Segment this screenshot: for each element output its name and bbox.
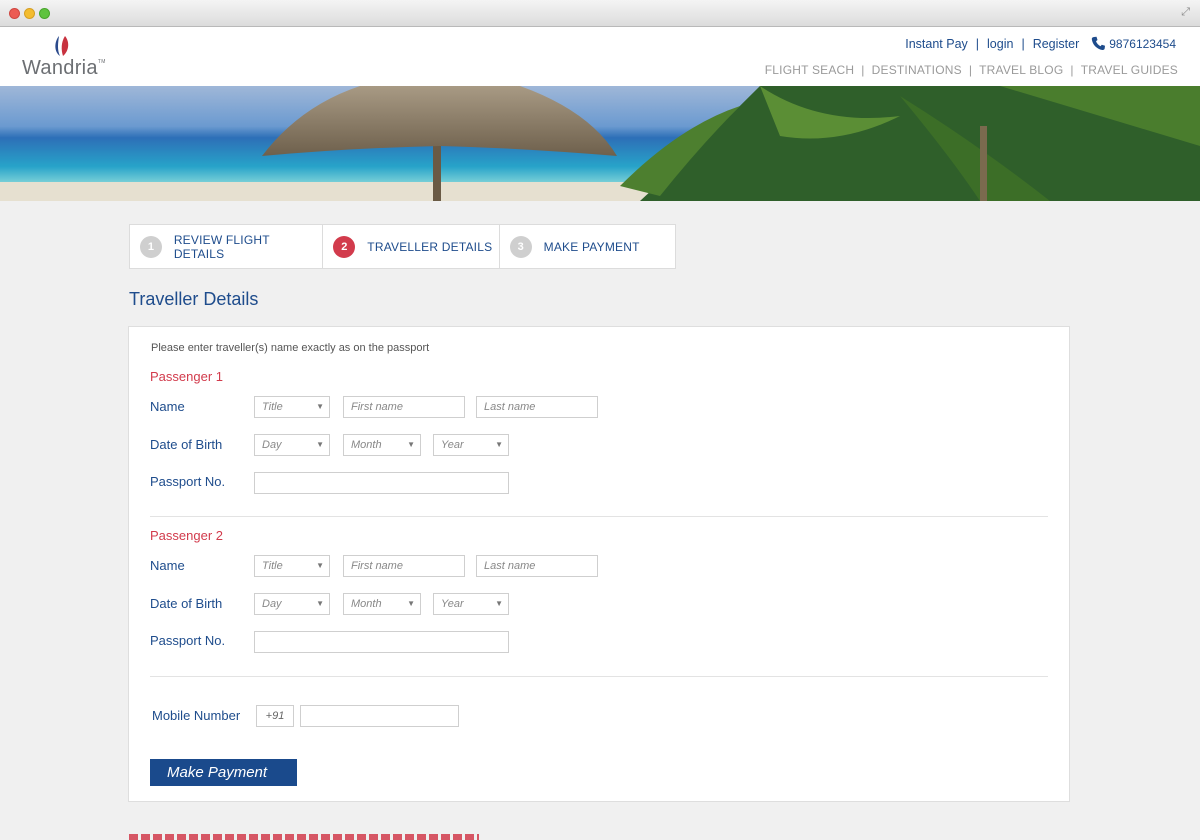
dropdown-arrow-icon: ▼ bbox=[316, 561, 324, 570]
select-placeholder: Day bbox=[262, 598, 282, 610]
phone-number: 9876123454 bbox=[1109, 36, 1176, 51]
input-placeholder: First name bbox=[351, 401, 403, 413]
input-placeholder: Last name bbox=[484, 401, 536, 413]
instant-pay-link[interactable]: Instant Pay bbox=[905, 37, 968, 51]
input-placeholder: Last name bbox=[484, 560, 536, 572]
checkout-steps: 1 REVIEW FLIGHT DETAILS 2 TRAVELLER DETA… bbox=[129, 224, 676, 269]
step-label: TRAVELLER DETAILS bbox=[367, 239, 493, 254]
nav-flight-search[interactable]: FLIGHT SEACH bbox=[765, 63, 855, 77]
brand-trademark: TM bbox=[97, 59, 106, 65]
step-number: 2 bbox=[333, 235, 356, 258]
select-placeholder: Title bbox=[262, 401, 283, 413]
p1-dob-month-select[interactable]: Month ▼ bbox=[343, 434, 421, 456]
p2-dob-day-select[interactable]: Day ▼ bbox=[254, 593, 330, 615]
next-section-heading-cutoff bbox=[129, 832, 479, 840]
p1-dob-year-select[interactable]: Year ▼ bbox=[433, 434, 509, 456]
dropdown-arrow-icon: ▼ bbox=[316, 402, 324, 411]
separator: | bbox=[975, 36, 980, 51]
dob-label: Date of Birth bbox=[150, 596, 223, 611]
p2-first-name-input[interactable]: First name bbox=[343, 555, 465, 577]
window-titlebar: ⤢ bbox=[0, 0, 1200, 27]
brand-name: Wandria bbox=[22, 57, 98, 79]
page-title: Traveller Details bbox=[129, 289, 259, 309]
brand-logo[interactable]: WandriaTM bbox=[22, 57, 106, 80]
passport-label: Passport No. bbox=[150, 474, 226, 489]
separator: | bbox=[968, 63, 973, 77]
select-placeholder: Title bbox=[262, 560, 283, 572]
nav-destinations[interactable]: DESTINATIONS bbox=[872, 63, 962, 77]
site-header: WandriaTM Instant Pay | login | Register… bbox=[0, 27, 1200, 86]
p2-passport-input[interactable] bbox=[254, 631, 509, 653]
main-nav: FLIGHT SEACH | DESTINATIONS | TRAVEL BLO… bbox=[765, 63, 1178, 77]
section-divider bbox=[150, 516, 1048, 517]
p2-last-name-input[interactable]: Last name bbox=[476, 555, 598, 577]
dropdown-arrow-icon: ▼ bbox=[316, 599, 324, 608]
dropdown-arrow-icon: ▼ bbox=[407, 440, 415, 449]
select-placeholder: Month bbox=[351, 439, 382, 451]
form-instruction: Please enter traveller(s) name exactly a… bbox=[151, 342, 430, 354]
p1-dob-day-select[interactable]: Day ▼ bbox=[254, 434, 330, 456]
cutoff-text-decoration bbox=[129, 834, 479, 840]
select-placeholder: Day bbox=[262, 439, 282, 451]
input-placeholder: First name bbox=[351, 560, 403, 572]
phone-contact[interactable]: 9876123454 bbox=[1091, 36, 1176, 51]
select-placeholder: Month bbox=[351, 598, 382, 610]
separator: | bbox=[1021, 36, 1025, 51]
register-link[interactable]: Register bbox=[1033, 37, 1080, 51]
login-link[interactable]: login bbox=[987, 37, 1013, 51]
passenger-1-heading: Passenger 1 bbox=[150, 369, 223, 384]
p2-dob-month-select[interactable]: Month ▼ bbox=[343, 593, 421, 615]
passenger-2-heading: Passenger 2 bbox=[150, 528, 223, 543]
step-number: 1 bbox=[140, 235, 162, 258]
p1-first-name-input[interactable]: First name bbox=[343, 396, 465, 418]
mobile-number-label: Mobile Number bbox=[152, 708, 241, 723]
step-make-payment[interactable]: 3 MAKE PAYMENT bbox=[500, 225, 675, 268]
top-links: Instant Pay | login | Register 987612345… bbox=[905, 36, 1176, 51]
separator: | bbox=[1070, 63, 1074, 77]
step-review-flight-details[interactable]: 1 REVIEW FLIGHT DETAILS bbox=[130, 225, 324, 268]
dob-label: Date of Birth bbox=[150, 437, 223, 452]
mobile-number-input[interactable] bbox=[300, 705, 459, 727]
step-label: MAKE PAYMENT bbox=[543, 239, 640, 254]
traveller-form: Please enter traveller(s) name exactly a… bbox=[128, 326, 1070, 802]
fullscreen-icon[interactable]: ⤢ bbox=[1181, 6, 1190, 19]
wandria-logo-icon bbox=[55, 36, 69, 56]
p1-passport-input[interactable] bbox=[254, 472, 509, 494]
nav-travel-guides[interactable]: TRAVEL GUIDES bbox=[1081, 63, 1178, 77]
dropdown-arrow-icon: ▼ bbox=[407, 599, 415, 608]
separator: | bbox=[861, 63, 865, 77]
dropdown-arrow-icon: ▼ bbox=[495, 599, 503, 608]
name-label: Name bbox=[150, 558, 185, 573]
maximize-window-button[interactable] bbox=[39, 8, 50, 19]
close-window-button[interactable] bbox=[9, 8, 20, 19]
name-label: Name bbox=[150, 399, 185, 414]
p2-title-select[interactable]: Title ▼ bbox=[254, 555, 330, 577]
dropdown-arrow-icon: ▼ bbox=[316, 440, 324, 449]
nav-travel-blog[interactable]: TRAVEL BLOG bbox=[979, 63, 1063, 77]
p1-last-name-input[interactable]: Last name bbox=[476, 396, 598, 418]
select-placeholder: Year bbox=[441, 439, 464, 451]
section-divider bbox=[150, 676, 1048, 677]
make-payment-button[interactable]: Make Payment bbox=[150, 759, 297, 786]
step-label: REVIEW FLIGHT DETAILS bbox=[173, 232, 270, 261]
passport-label: Passport No. bbox=[150, 633, 226, 648]
p2-dob-year-select[interactable]: Year ▼ bbox=[433, 593, 509, 615]
hero-banner-image bbox=[0, 86, 1200, 201]
country-code-field[interactable]: +91 bbox=[256, 705, 294, 727]
step-traveller-details[interactable]: 2 TRAVELLER DETAILS bbox=[323, 225, 500, 268]
minimize-window-button[interactable] bbox=[24, 8, 35, 19]
dropdown-arrow-icon: ▼ bbox=[495, 440, 503, 449]
step-number: 3 bbox=[509, 235, 532, 258]
select-placeholder: Year bbox=[441, 598, 464, 610]
p1-title-select[interactable]: Title ▼ bbox=[254, 396, 330, 418]
phone-icon bbox=[1092, 36, 1106, 51]
